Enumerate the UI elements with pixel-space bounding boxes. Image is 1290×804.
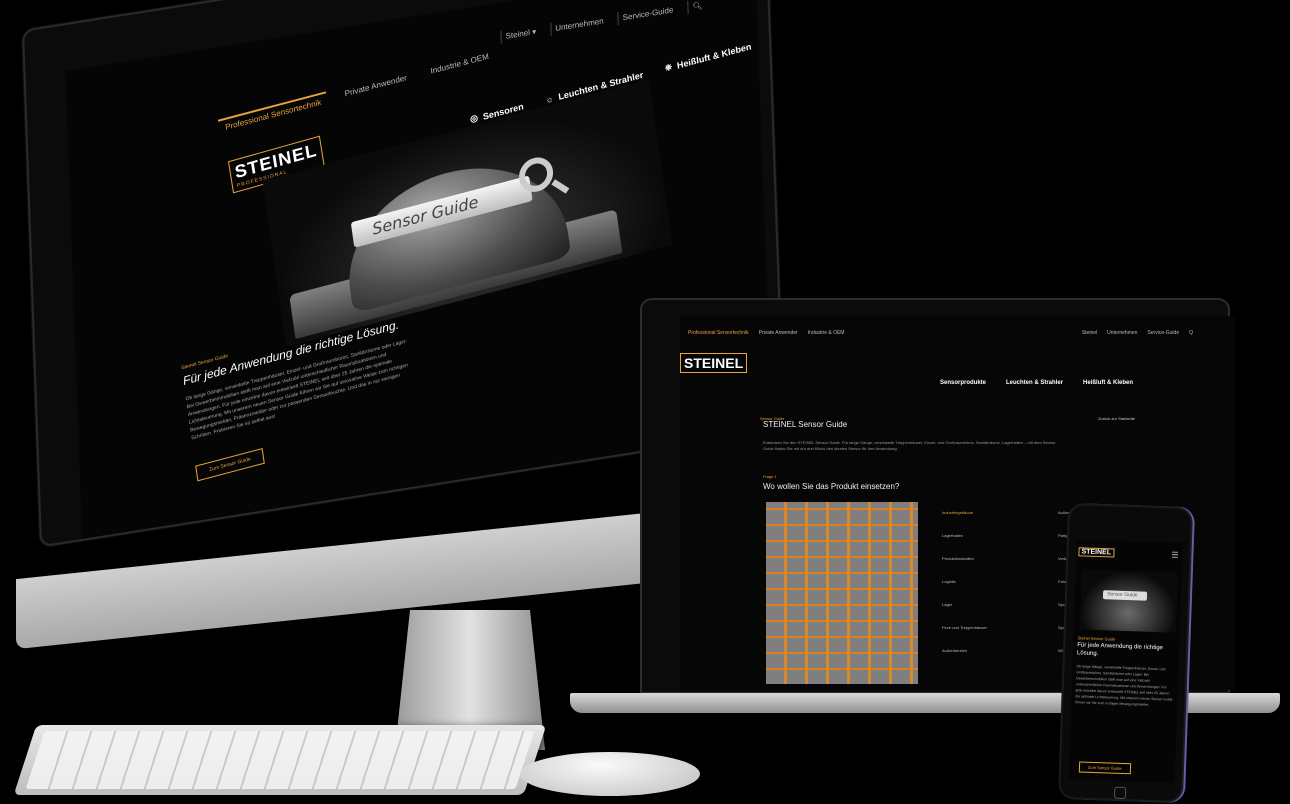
question-heading: Wo wollen Sie das Produkt einsetzen?	[763, 482, 900, 491]
list-item[interactable]: Außenbereich	[942, 648, 987, 653]
nav-sensors[interactable]: Sensorprodukte	[940, 380, 986, 386]
tab-private[interactable]: Private Anwender	[338, 69, 414, 105]
phone-screen: STEINEL ☰ Sensor Guide Steinel Sensor Gu…	[1068, 539, 1183, 783]
question-kicker: Frage 1	[763, 474, 777, 479]
imac-utility-nav: Steinel ▾ Unternehmen Service-Guide 🔍︎	[500, 0, 707, 44]
util-nav-service-guide[interactable]: Service-Guide	[617, 2, 678, 26]
nav-hotair-label: Heißluft & Kleben	[676, 40, 752, 71]
list-item[interactable]: Lagerhallen	[942, 533, 987, 538]
application-list-left: Industriegebäude Lagerhallen Produktions…	[942, 510, 987, 671]
laptop-top-tabs: Professional Sensortechnik Private Anwen…	[688, 330, 844, 336]
page-description: Entdecken Sie den STEINEL Sensor Guide. …	[763, 440, 1056, 451]
warehouse-image	[766, 502, 918, 684]
util-nav-steinel[interactable]: Steinel	[1082, 330, 1097, 336]
list-item[interactable]: Produktionshallen	[942, 556, 987, 561]
nav-hotair[interactable]: Heißluft & Kleben	[1083, 380, 1133, 386]
phone-hero: Sensor Guide	[1079, 569, 1178, 633]
device-mockup-stage: Steinel ▾ Unternehmen Service-Guide 🔍︎ P…	[0, 0, 1290, 804]
mouse	[520, 752, 700, 796]
phone-hero-search[interactable]: Sensor Guide	[1102, 590, 1148, 601]
tab-professional[interactable]: Professional Sensortechnik	[217, 91, 329, 137]
tab-private[interactable]: Private Anwender	[759, 330, 798, 336]
phone-device: STEINEL ☰ Sensor Guide Steinel Sensor Gu…	[1057, 502, 1194, 804]
list-item[interactable]: Logistik	[942, 579, 987, 584]
sensor-guide-button[interactable]: Zum Sensor Guide	[195, 448, 265, 482]
laptop-utility-nav: Steinel Unternehmen Service-Guide Q	[1082, 330, 1193, 336]
back-link[interactable]: Zurück zur Startseite	[1098, 416, 1135, 421]
tab-industry[interactable]: Industrie & OEM	[424, 47, 496, 82]
imac-top-tabs: Professional Sensortechnik Private Anwen…	[217, 47, 496, 137]
keyboard-keys	[25, 731, 535, 789]
util-nav-service-guide[interactable]: Service-Guide	[1147, 330, 1179, 336]
sensor-icon: ◎	[469, 112, 479, 125]
phone-body: Ob lange Gänge, verwinkelte Treppenhäuse…	[1075, 664, 1173, 707]
sun-icon: ☼	[544, 92, 555, 105]
menu-icon[interactable]: ☰	[1171, 551, 1178, 560]
hero-banner: Sensor Guide	[262, 79, 673, 347]
util-nav-company[interactable]: Unternehmen	[550, 13, 608, 36]
list-item[interactable]: Industriegebäude	[942, 510, 987, 515]
hotair-gun-icon: ⎈	[664, 61, 673, 73]
keyboard	[13, 725, 547, 795]
page-title: STEINEL Sensor Guide	[763, 420, 848, 429]
home-button[interactable]	[1113, 786, 1127, 800]
tab-professional[interactable]: Professional Sensortechnik	[688, 330, 749, 336]
list-item[interactable]: Lager	[942, 602, 987, 607]
nav-hotair[interactable]: ⎈ Heißluft & Kleben	[664, 40, 752, 73]
search-icon[interactable]: Q	[1189, 330, 1193, 336]
util-nav-company[interactable]: Unternehmen	[1107, 330, 1137, 336]
list-item[interactable]: Flure und Treppenhäuser	[942, 625, 987, 630]
phone-sensor-guide-button[interactable]: Zum Sensor Guide	[1078, 761, 1131, 775]
steinel-logo[interactable]: STEINEL	[1078, 547, 1115, 558]
util-nav-steinel[interactable]: Steinel ▾	[500, 24, 541, 44]
steinel-logo[interactable]: STEINEL	[680, 353, 748, 373]
laptop-main-nav: Sensorprodukte Leuchten & Strahler Heißl…	[940, 380, 1133, 386]
phone-headline: Für jede Anwendung die richtige Lösung.	[1076, 642, 1164, 658]
search-icon[interactable]: 🔍︎	[687, 0, 707, 15]
nav-lights[interactable]: Leuchten & Strahler	[1006, 380, 1063, 386]
tab-industry[interactable]: Industrie & OEM	[808, 330, 845, 336]
